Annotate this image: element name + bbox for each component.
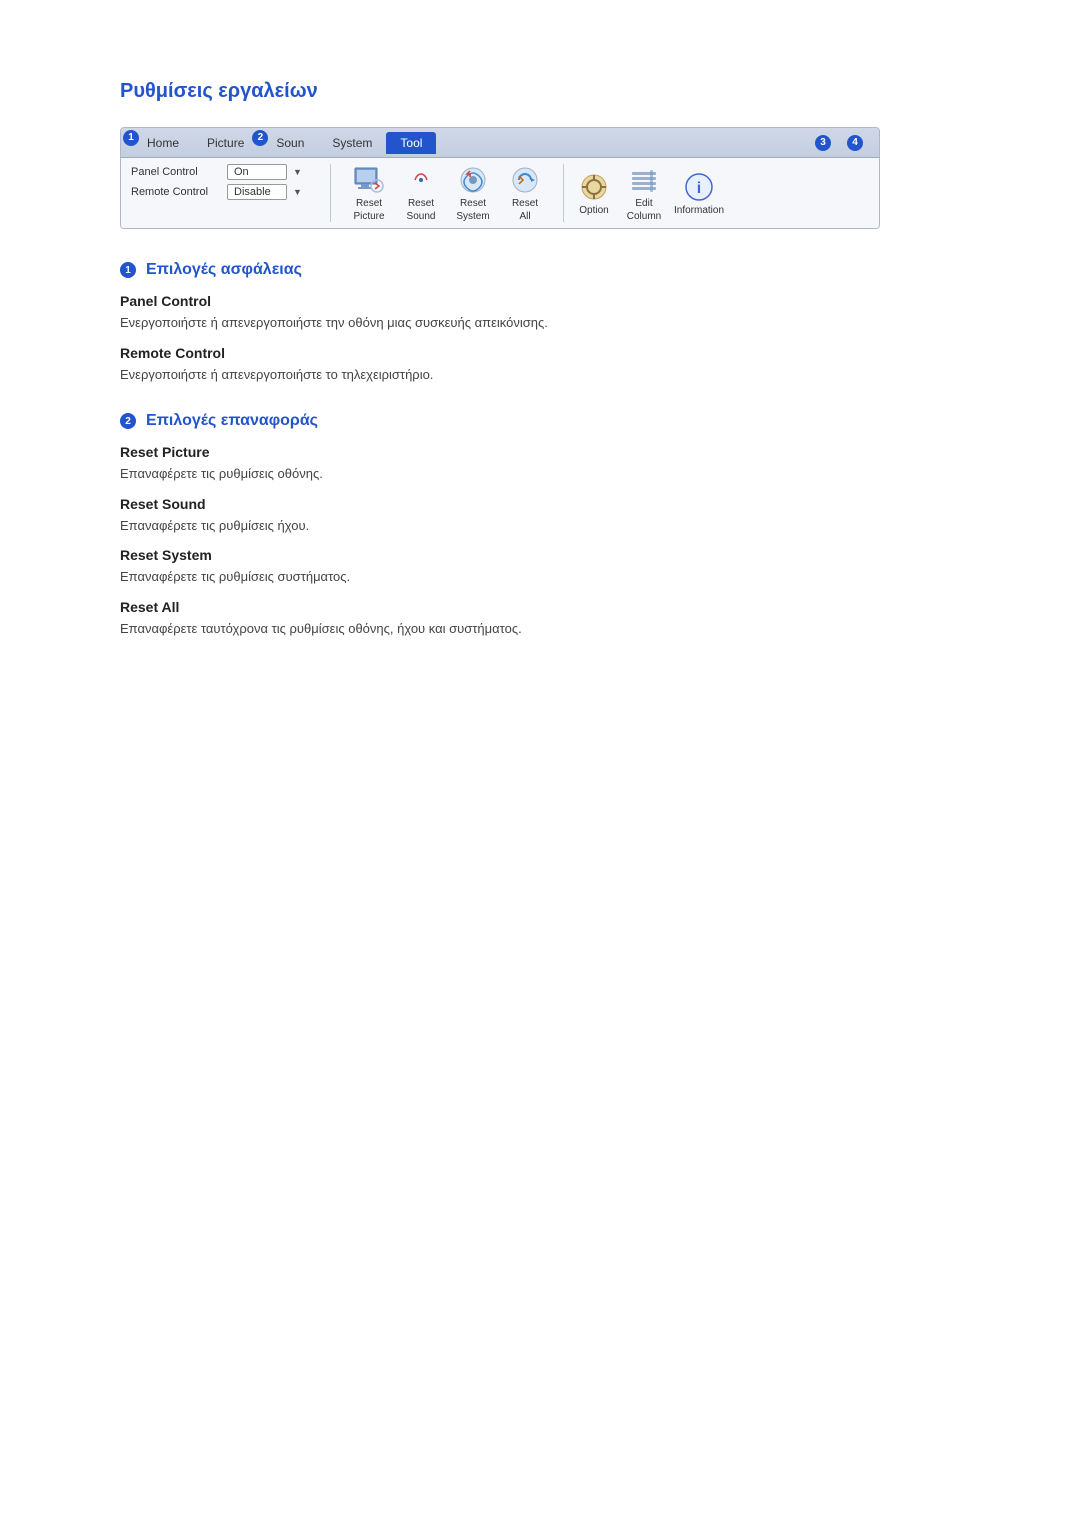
tab-tool[interactable]: Tool	[386, 132, 436, 154]
panel-control-row: Panel Control On ▼	[131, 164, 320, 180]
toolbar-body: Panel Control On ▼ Remote Control Disabl…	[121, 158, 879, 228]
information-icon: i	[683, 171, 715, 203]
section2-title: Επιλογές επαναφοράς	[146, 412, 318, 430]
section2-heading: 2 Επιλογές επαναφοράς	[120, 412, 960, 430]
section1-title: Επιλογές ασφάλειας	[146, 261, 302, 279]
option-icon	[578, 171, 610, 203]
information-label: Information	[674, 205, 724, 216]
tab-picture[interactable]: Picture	[193, 132, 258, 154]
reset-picture-label1: Reset	[356, 198, 382, 209]
remote-control-section-desc: Ενεργοποιήστε ή απενεργοποιήστε το τηλεχ…	[120, 365, 960, 385]
reset-all-section-desc: Επαναφέρετε ταυτόχρονα τις ρυθμίσεις οθό…	[120, 619, 960, 639]
reset-picture-section-label: Reset Picture	[120, 444, 960, 460]
section1-badge: 1	[120, 262, 136, 278]
tab-home-label: Home	[147, 136, 179, 150]
reset-system-label1: Reset	[460, 198, 486, 209]
reset-all-label1: Reset	[512, 198, 538, 209]
reset-system-section-label: Reset System	[120, 547, 960, 563]
page-title: Ρυθμίσεις εργαλείων	[120, 80, 960, 103]
right-buttons-section: Option Edit Column	[564, 164, 734, 222]
toolbar: 1 Home Picture 2 Soun System Tool 3 4 Pa…	[120, 127, 880, 229]
toolbar-controls: Panel Control On ▼ Remote Control Disabl…	[131, 164, 331, 222]
tab-home[interactable]: 1 Home	[129, 132, 193, 154]
tab-sound-label: Soun	[276, 136, 304, 150]
reset-system-section: Reset System Επαναφέρετε τις ρυθμίσεις σ…	[120, 547, 960, 587]
panel-control-section: Panel Control Ενεργοποιήστε ή απενεργοπο…	[120, 293, 960, 333]
toolbar-tabs: 1 Home Picture 2 Soun System Tool 3 4	[121, 128, 879, 158]
tab-system[interactable]: System	[318, 132, 386, 154]
tab-num-2: 2	[252, 130, 268, 146]
edit-column-label2: Column	[627, 211, 661, 222]
panel-control-arrow: ▼	[293, 167, 302, 177]
remote-control-section-label: Remote Control	[120, 345, 960, 361]
remote-control-label: Remote Control	[131, 186, 221, 198]
information-button[interactable]: i Information	[674, 171, 724, 216]
reset-system-label2: System	[456, 211, 489, 222]
reset-system-button[interactable]: Reset System	[451, 164, 495, 222]
reset-picture-icon	[353, 164, 385, 196]
reset-all-button[interactable]: Reset All	[503, 164, 547, 222]
tab-picture-label: Picture	[207, 136, 244, 150]
reset-sound-label2: Sound	[407, 211, 436, 222]
tab-num-4: 4	[847, 135, 863, 151]
reset-sound-section-desc: Επαναφέρετε τις ρυθμίσεις ήχου.	[120, 516, 960, 536]
panel-control-section-desc: Ενεργοποιήστε ή απενεργοποιήστε την οθόν…	[120, 313, 960, 333]
reset-sound-section: Reset Sound Επαναφέρετε τις ρυθμίσεις ήχ…	[120, 496, 960, 536]
option-label: Option	[579, 205, 608, 216]
edit-column-icon	[628, 164, 660, 196]
reset-picture-section: Reset Picture Επαναφέρετε τις ρυθμίσεις …	[120, 444, 960, 484]
reset-sound-icon	[405, 164, 437, 196]
tab-tool-label: Tool	[400, 136, 422, 150]
reset-sound-button[interactable]: Reset Sound	[399, 164, 443, 222]
svg-text:i: i	[697, 180, 701, 197]
section1-heading: 1 Επιλογές ασφάλειας	[120, 261, 960, 279]
remote-control-arrow: ▼	[293, 187, 302, 197]
panel-control-section-label: Panel Control	[120, 293, 960, 309]
remote-control-value[interactable]: Disable	[227, 184, 287, 200]
tab-group4: 4	[839, 135, 871, 151]
edit-column-label1: Edit	[635, 198, 652, 209]
reset-sound-section-label: Reset Sound	[120, 496, 960, 512]
reset-buttons-section: Reset Picture Reset Sound	[331, 164, 564, 222]
reset-picture-label2: Picture	[353, 211, 384, 222]
reset-system-section-desc: Επαναφέρετε τις ρυθμίσεις συστήματος.	[120, 567, 960, 587]
reset-picture-section-desc: Επαναφέρετε τις ρυθμίσεις οθόνης.	[120, 464, 960, 484]
section2-badge: 2	[120, 413, 136, 429]
reset-system-icon	[457, 164, 489, 196]
reset-all-icon	[509, 164, 541, 196]
option-button[interactable]: Option	[574, 171, 614, 216]
tab-group3: 3	[807, 135, 839, 151]
remote-control-row: Remote Control Disable ▼	[131, 184, 320, 200]
edit-column-button[interactable]: Edit Column	[624, 164, 664, 222]
reset-all-section-label: Reset All	[120, 599, 960, 615]
remote-control-section: Remote Control Ενεργοποιήστε ή απενεργοπ…	[120, 345, 960, 385]
panel-control-label: Panel Control	[131, 166, 221, 178]
tab-system-label: System	[332, 136, 372, 150]
tab-num-3: 3	[815, 135, 831, 151]
reset-picture-button[interactable]: Reset Picture	[347, 164, 391, 222]
reset-all-section: Reset All Επαναφέρετε ταυτόχρονα τις ρυθ…	[120, 599, 960, 639]
panel-control-value[interactable]: On	[227, 164, 287, 180]
reset-sound-label1: Reset	[408, 198, 434, 209]
tab-num-1: 1	[123, 130, 139, 146]
reset-all-label2: All	[519, 211, 530, 222]
tab-sound[interactable]: 2 Soun	[258, 132, 318, 154]
